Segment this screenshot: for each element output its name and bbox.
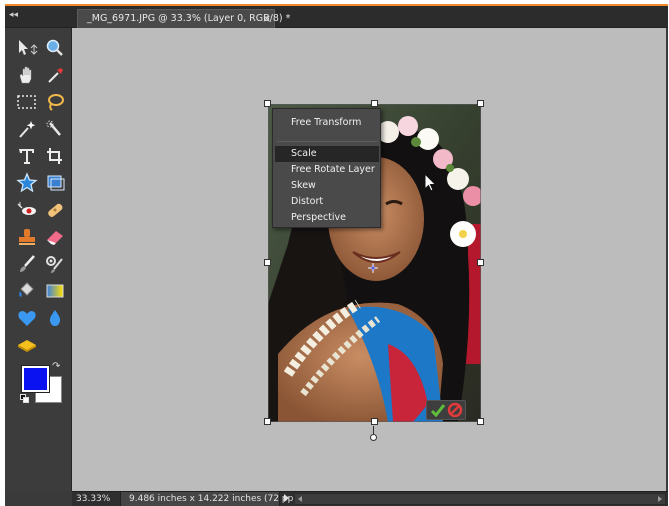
swap-colors-icon[interactable]: ↷ [52,361,60,372]
blur-tool-icon[interactable] [43,307,67,329]
brush-tool-icon[interactable] [15,253,39,275]
crop-tool-icon[interactable] [43,145,67,167]
foreground-color-swatch[interactable] [21,365,50,393]
cookie-cutter-tool-icon[interactable] [15,172,39,194]
transform-handle-bottom[interactable] [371,418,378,425]
transform-handle-bottom-right[interactable] [477,418,484,425]
transform-handle-left[interactable] [264,259,271,266]
smart-brush-tool-icon[interactable] [43,253,67,275]
menu-separator [277,141,377,142]
eyedropper-tool-icon[interactable] [43,64,67,86]
red-eye-removal-tool-icon[interactable] [15,199,39,221]
document-tab-bar: ◂◂ _MG_6971.JPG @ 33.3% (Layer 0, RGB/8)… [5,6,668,28]
transform-handle-top-left[interactable] [264,100,271,107]
scroll-right-arrow-icon[interactable] [658,496,662,502]
rotate-handle[interactable] [370,434,377,441]
menu-item-distort[interactable]: Distort [275,194,379,210]
transform-context-menu: Free Transform Scale Free Rotate Layer S… [272,108,381,228]
custom-shape-tool-icon[interactable] [15,307,39,329]
lasso-tool-icon[interactable] [43,91,67,113]
transform-handle-top-right[interactable] [477,100,484,107]
status-menu-arrow-icon[interactable] [284,494,289,502]
mouse-pointer-icon [424,172,438,193]
magic-wand-tool-icon[interactable] [15,118,39,140]
paint-bucket-tool-icon[interactable] [15,280,39,302]
editor-window: ◂◂ _MG_6971.JPG @ 33.3% (Layer 0, RGB/8)… [5,4,668,506]
straighten-tool-icon[interactable] [43,172,67,194]
menu-item-free-transform[interactable]: Free Transform [275,115,379,131]
menu-item-skew[interactable]: Skew [275,178,379,194]
menu-item-free-rotate-layer[interactable]: Free Rotate Layer [275,162,379,178]
zoom-level[interactable]: 33.33% [76,494,110,504]
document-tab-title: _MG_6971.JPG @ 33.3% (Layer 0, RGB/8) * [87,13,291,24]
color-swatches: ↷ [19,361,69,409]
gradient-tool-icon[interactable] [43,280,67,302]
document-size: 9.486 inches x 14.222 inches (72 ppi) [129,494,300,504]
transform-handle-top[interactable] [371,100,378,107]
horizontal-scrollbar[interactable] [294,493,666,505]
eraser-tool-icon[interactable] [43,226,67,248]
document-tab[interactable]: _MG_6971.JPG @ 33.3% (Layer 0, RGB/8) * … [77,9,290,28]
menu-item-scale[interactable]: Scale [275,146,379,162]
check-icon[interactable] [430,402,446,418]
menu-item-perspective[interactable]: Perspective [275,210,379,226]
spot-healing-brush-tool-icon[interactable] [43,199,67,221]
transform-handle-right[interactable] [477,259,484,266]
type-tool-icon[interactable] [15,145,39,167]
close-tab-icon[interactable]: × [262,12,271,25]
cancel-icon[interactable] [447,402,463,418]
zoom-tool-icon[interactable] [43,37,67,59]
rectangular-marquee-tool-icon[interactable] [15,91,39,113]
clone-stamp-tool-icon[interactable] [15,226,39,248]
document-size-field: 9.486 inches x 14.222 inches (72 ppi) [120,492,299,506]
scroll-left-arrow-icon[interactable] [298,496,302,502]
toolbox: ↷ [5,28,72,491]
transform-handle-bottom-left[interactable] [264,418,271,425]
quick-selection-tool-icon[interactable] [43,118,67,140]
collapse-panel-icon[interactable]: ◂◂ [9,8,23,22]
reference-point-icon[interactable] [367,258,379,274]
canvas-workspace[interactable]: Free Transform Scale Free Rotate Layer S… [72,28,666,491]
move-tool-icon[interactable] [15,37,39,59]
default-colors-icon[interactable] [20,394,29,403]
commit-cancel-controls [426,400,466,420]
status-bar: 33.33% 9.486 inches x 14.222 inches (72 … [72,491,668,506]
sponge-tool-icon[interactable] [15,334,39,356]
hand-tool-icon[interactable] [15,64,39,86]
